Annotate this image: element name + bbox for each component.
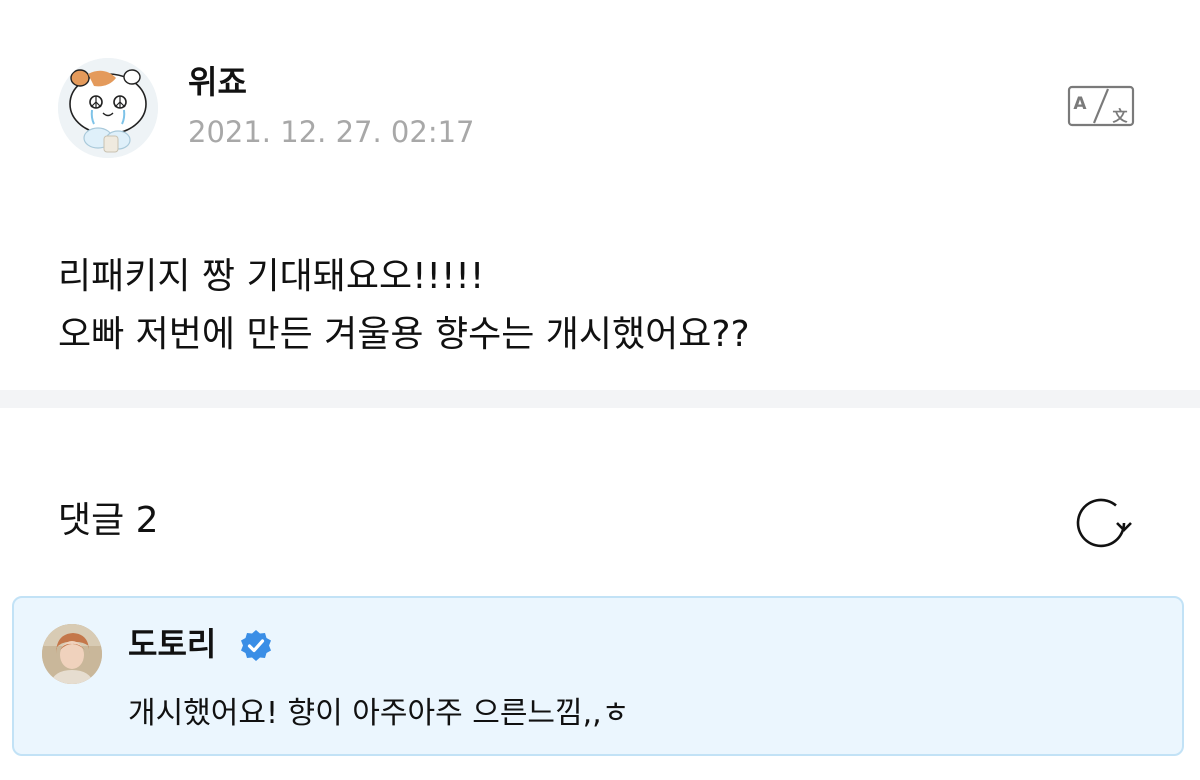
- section-divider: [0, 390, 1200, 408]
- post-body: 리패키지 짱 기대돼요오!!!!! 오빠 저번에 만든 겨울용 향수는 개시했어…: [58, 248, 1138, 364]
- post-author-avatar[interactable]: [58, 58, 158, 158]
- svg-text:A: A: [1073, 94, 1087, 114]
- comments-count-label: 댓글 2: [58, 500, 159, 541]
- translate-icon: A 文: [1067, 85, 1135, 127]
- comment-author-avatar[interactable]: [42, 624, 102, 684]
- comment-author-name[interactable]: 도토리: [128, 622, 216, 666]
- translate-button[interactable]: A 文: [1064, 82, 1138, 130]
- post-author-name[interactable]: 위죠: [188, 60, 247, 104]
- post-page: 위죠 2021. 12. 27. 02:17 A 文 리패키지 짱 기대돼요오!…: [0, 0, 1200, 780]
- post-body-line: 오빠 저번에 만든 겨울용 향수는 개시했어요??: [58, 314, 750, 355]
- comment-text: 개시했어요! 향이 아주아주 으른느낌,,ㅎ: [128, 696, 630, 731]
- post-timestamp: 2021. 12. 27. 02:17: [188, 115, 475, 149]
- verified-badge-icon: [238, 628, 274, 664]
- refresh-button[interactable]: [1072, 496, 1132, 552]
- comment-item: 도토리 개시했어요! 향이 아주아주 으른느낌,,ㅎ: [12, 596, 1184, 756]
- post-body-line: 리패키지 짱 기대돼요오!!!!!: [58, 256, 485, 297]
- refresh-icon: [1076, 498, 1132, 548]
- svg-text:文: 文: [1112, 107, 1128, 125]
